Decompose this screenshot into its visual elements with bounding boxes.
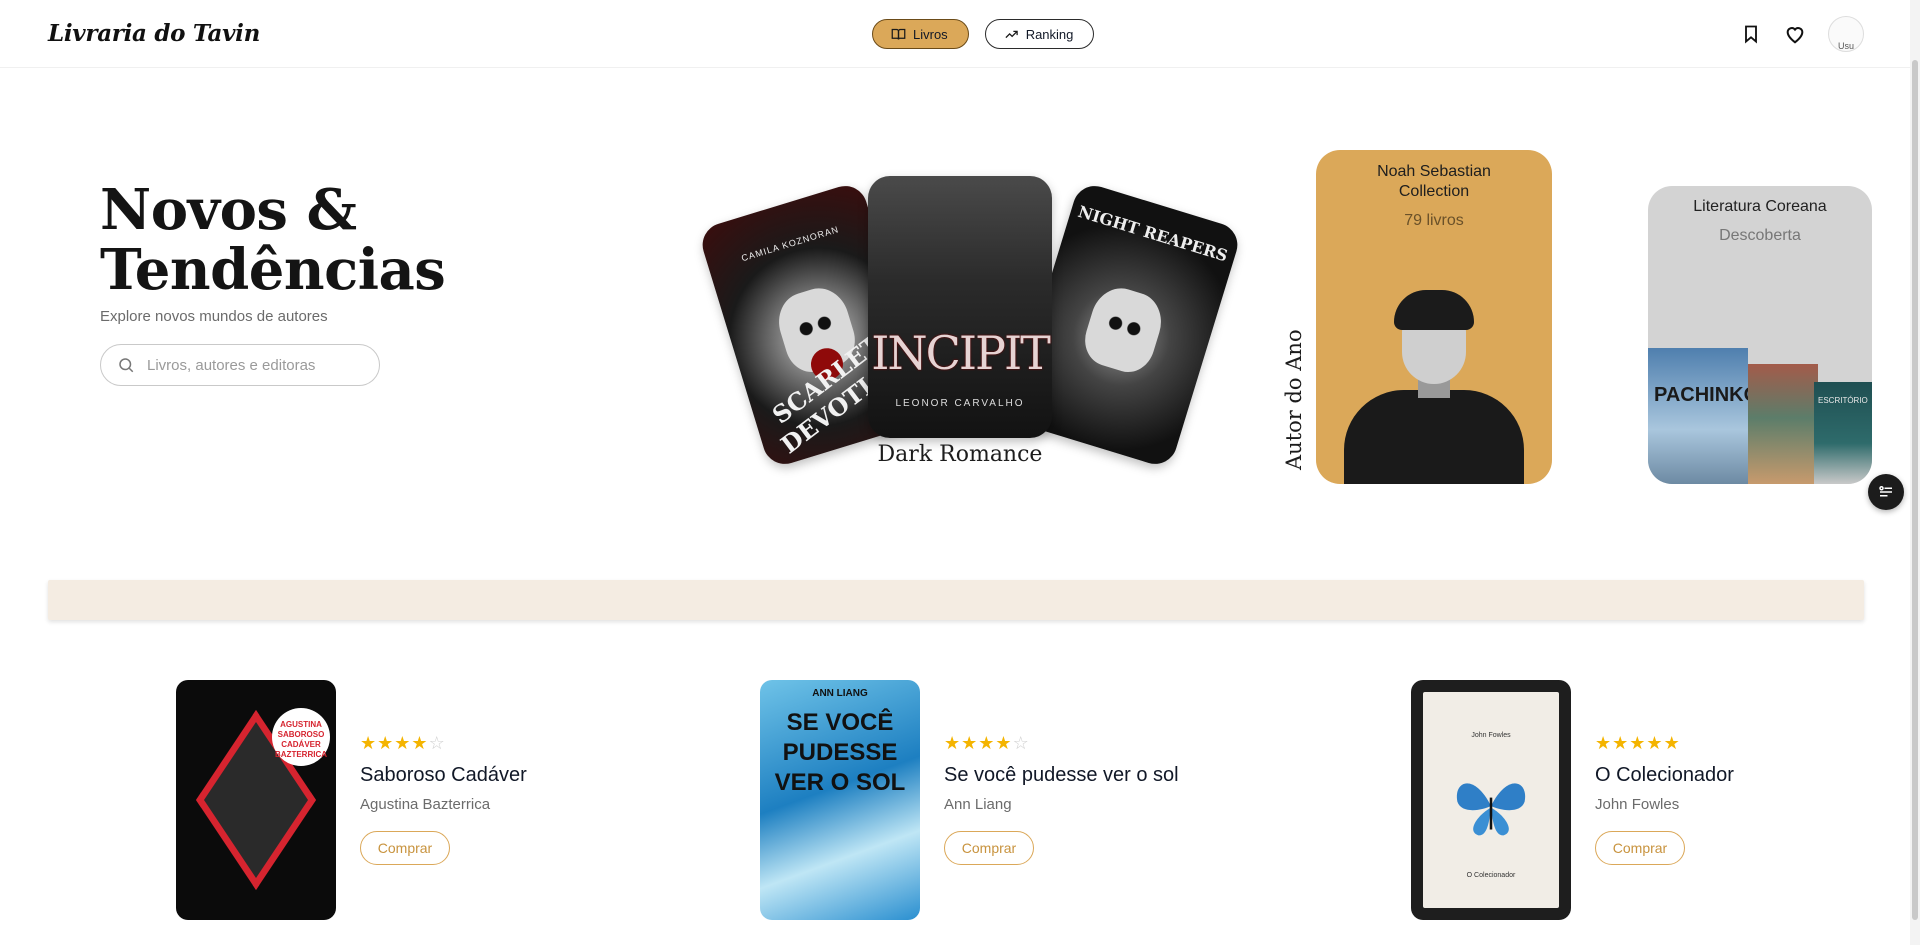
star-filled-icon: ★ (394, 733, 411, 753)
cover-title: ESCRITÓRIO (1818, 396, 1868, 405)
rating-stars: ★ ★ ★ ★ ☆ (360, 734, 660, 752)
book-author: John Fowles (1595, 796, 1680, 813)
cover-title: O Colecionador (1466, 872, 1516, 879)
butterfly-art (1456, 783, 1526, 836)
skull-art (1078, 281, 1169, 379)
cover-title: INCIPIT (871, 326, 1051, 380)
star-filled-icon: ★ (1663, 733, 1680, 753)
cover-badge: AGUSTINA SABOROSO CADÁVER BAZTERRICA (272, 708, 330, 766)
star-filled-icon: ★ (1646, 733, 1663, 753)
bookmark-icon (1745, 25, 1757, 44)
book-cover[interactable]: ANN LIANG SE VOCÊ PUDESSE VER O SOL (760, 680, 920, 920)
top-header: Livraria do Tavin Livros Ranking Usu (0, 0, 1910, 68)
book-cover-pachinko: PACHINKO (1648, 348, 1759, 484)
star-filled-icon: ★ (1595, 733, 1612, 753)
book-cover-korean-3: ESCRITÓRIO (1814, 382, 1872, 484)
header-actions: Usu (1740, 16, 1864, 52)
star-filled-icon: ★ (944, 733, 961, 753)
cover-author: LEONOR CARVALHO (895, 398, 1025, 409)
cover-author: CAMILA KOZNORAN (740, 224, 841, 264)
book-title[interactable]: Se você pudesse ver o sol (944, 764, 1244, 787)
brand-logo[interactable]: Livraria do Tavin (48, 20, 260, 47)
star-filled-icon: ★ (1629, 733, 1646, 753)
buy-button[interactable]: Comprar (360, 831, 450, 865)
nav-livros-button[interactable]: Livros (872, 19, 969, 49)
star-empty-icon: ☆ (428, 733, 445, 753)
book-open-icon (891, 28, 906, 40)
buy-button[interactable]: Comprar (944, 831, 1034, 865)
cover-author: ANN LIANG (812, 688, 868, 699)
promo-banner (48, 580, 1864, 620)
hero-title-line1: Novos & (100, 177, 357, 243)
book-author: Agustina Bazterrica (360, 796, 491, 813)
trending-up-icon (1005, 30, 1018, 38)
user-avatar[interactable]: Usu (1828, 16, 1864, 52)
hero-title-line2: Tendências (100, 237, 446, 303)
heart-icon (1786, 27, 1804, 44)
book-info: ★ ★ ★ ★ ★ O Colecionador John Fowles Comprar (1595, 734, 1895, 865)
author-collection-name: Noah Sebastian Collection (1377, 163, 1491, 200)
dark-romance-label: Dark Romance (877, 442, 1043, 467)
star-filled-icon: ★ (961, 733, 978, 753)
rating-stars: ★ ★ ★ ★ ☆ (944, 734, 1244, 752)
star-filled-icon: ★ (360, 733, 377, 753)
book-info: ★ ★ ★ ★ ☆ Saboroso Cadáver Agustina Bazterri… (360, 734, 660, 865)
bookmark-button[interactable] (1740, 22, 1762, 46)
star-filled-icon: ★ (411, 733, 428, 753)
star-filled-icon: ★ (377, 733, 394, 753)
search-input[interactable] (147, 356, 367, 374)
cover-author: John Fowles (1471, 732, 1511, 739)
rating-stars: ★ ★ ★ ★ ★ (1595, 734, 1895, 752)
korean-card-subtitle: Descoberta (1719, 227, 1801, 244)
dark-romance-collection[interactable]: CAMILA KOZNORAN SCARLET DEVOTION NIGHT R… (697, 170, 1243, 480)
author-of-year-label: Autor do Ano (1282, 329, 1306, 470)
author-book-count: 79 livros (1404, 212, 1464, 229)
star-empty-icon: ☆ (1012, 733, 1029, 753)
book-author: Ann Liang (944, 796, 1012, 813)
search-icon (119, 358, 134, 373)
book-title[interactable]: O Colecionador (1595, 764, 1895, 787)
korean-literature-card[interactable]: Literatura Coreana Descoberta PACHINKO E… (1648, 186, 1872, 484)
star-filled-icon: ★ (1612, 733, 1629, 753)
cover-title: SE VOCÊ PUDESSE VER O SOL (774, 709, 906, 796)
hero-title: Novos & Tendências (100, 177, 446, 303)
search-box (100, 344, 380, 386)
star-filled-icon: ★ (995, 733, 1012, 753)
author-portrait (1344, 290, 1524, 484)
main-nav: Livros Ranking (872, 19, 1095, 49)
nav-ranking-button[interactable]: Ranking (984, 19, 1095, 49)
cover-title: PACHINKO (1654, 384, 1760, 406)
book-cover-korean-2 (1748, 364, 1818, 484)
korean-card-title: Literatura Coreana (1693, 198, 1827, 215)
book-title[interactable]: Saboroso Cadáver (360, 764, 660, 787)
author-of-year-card[interactable]: Noah Sebastian Collection 79 livros (1316, 150, 1552, 484)
cover-title: NIGHT REAPERS (1075, 201, 1230, 266)
star-filled-icon: ★ (978, 733, 995, 753)
book-cover[interactable]: John Fowles O Colecionador (1411, 680, 1571, 920)
buy-button[interactable]: Comprar (1595, 831, 1685, 865)
filter-menu-button[interactable] (1868, 474, 1904, 510)
book-info: ★ ★ ★ ★ ☆ Se você pudesse ver o sol Ann Lian… (944, 734, 1244, 865)
page-scrollbar[interactable] (1910, 0, 1920, 945)
nav-ranking-label: Ranking (1025, 26, 1074, 42)
hero-subtitle: Explore novos mundos de autores (100, 308, 328, 325)
scrollbar-thumb[interactable] (1912, 60, 1918, 920)
avatar-alt-text: Usu (1837, 41, 1854, 51)
filter-list-icon (1879, 486, 1892, 497)
book-cover[interactable]: AGUSTINA SABOROSO CADÁVER BAZTERRICA (176, 680, 336, 920)
nav-livros-label: Livros (913, 26, 948, 42)
favorites-button[interactable] (1784, 22, 1806, 46)
book-cover-incipit[interactable]: INCIPIT LEONOR CARVALHO (868, 176, 1052, 438)
